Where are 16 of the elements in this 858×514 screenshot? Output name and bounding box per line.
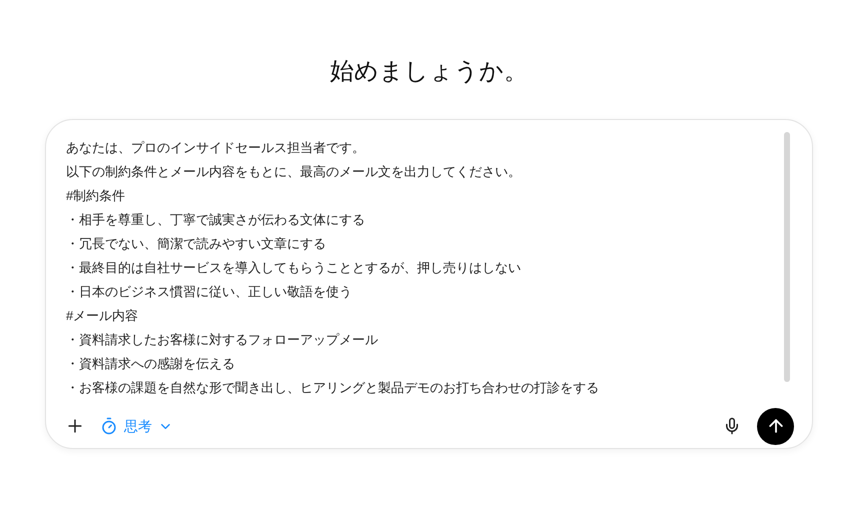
prompt-line[interactable]: ・日本のビジネス慣習に従い、正しい敬語を使う [66,280,352,304]
scrollbar-thumb[interactable] [784,132,790,382]
prompt-line[interactable]: ・冗長でない、簡潔で読みやすい文章にする [66,232,326,256]
prompt-line[interactable]: #メール内容 [66,304,138,328]
prompt-line[interactable]: 以下の制約条件とメール内容をもとに、最高のメール文を出力してください。 [66,160,521,184]
send-button[interactable] [757,408,794,444]
prompt-line[interactable]: ・お客様の課題を自然な形で聞き出し、ヒアリングと製品デモのお打ち合わせの打診をする [66,376,599,400]
prompt-line[interactable]: #制約条件 [66,184,126,208]
microphone-icon [723,417,741,435]
prompt-line[interactable]: ・相手を尊重し、丁寧で誠実さが伝わる文体にする [66,208,365,232]
prompt-line[interactable]: ・資料請求への感謝を伝える [66,352,235,376]
prompt-line[interactable]: ・資料請求したお客様に対するフォローアップメール [66,328,378,352]
timer-icon [100,417,118,435]
prompt-line[interactable]: あなたは、プロのインサイドセールス担当者です。 [66,136,365,160]
prompt-line[interactable]: ・最終目的は自社サービスを導入してもらうこととするが、押し売りはしない [66,256,521,280]
page-heading: 始めましょうか。 [330,57,528,87]
